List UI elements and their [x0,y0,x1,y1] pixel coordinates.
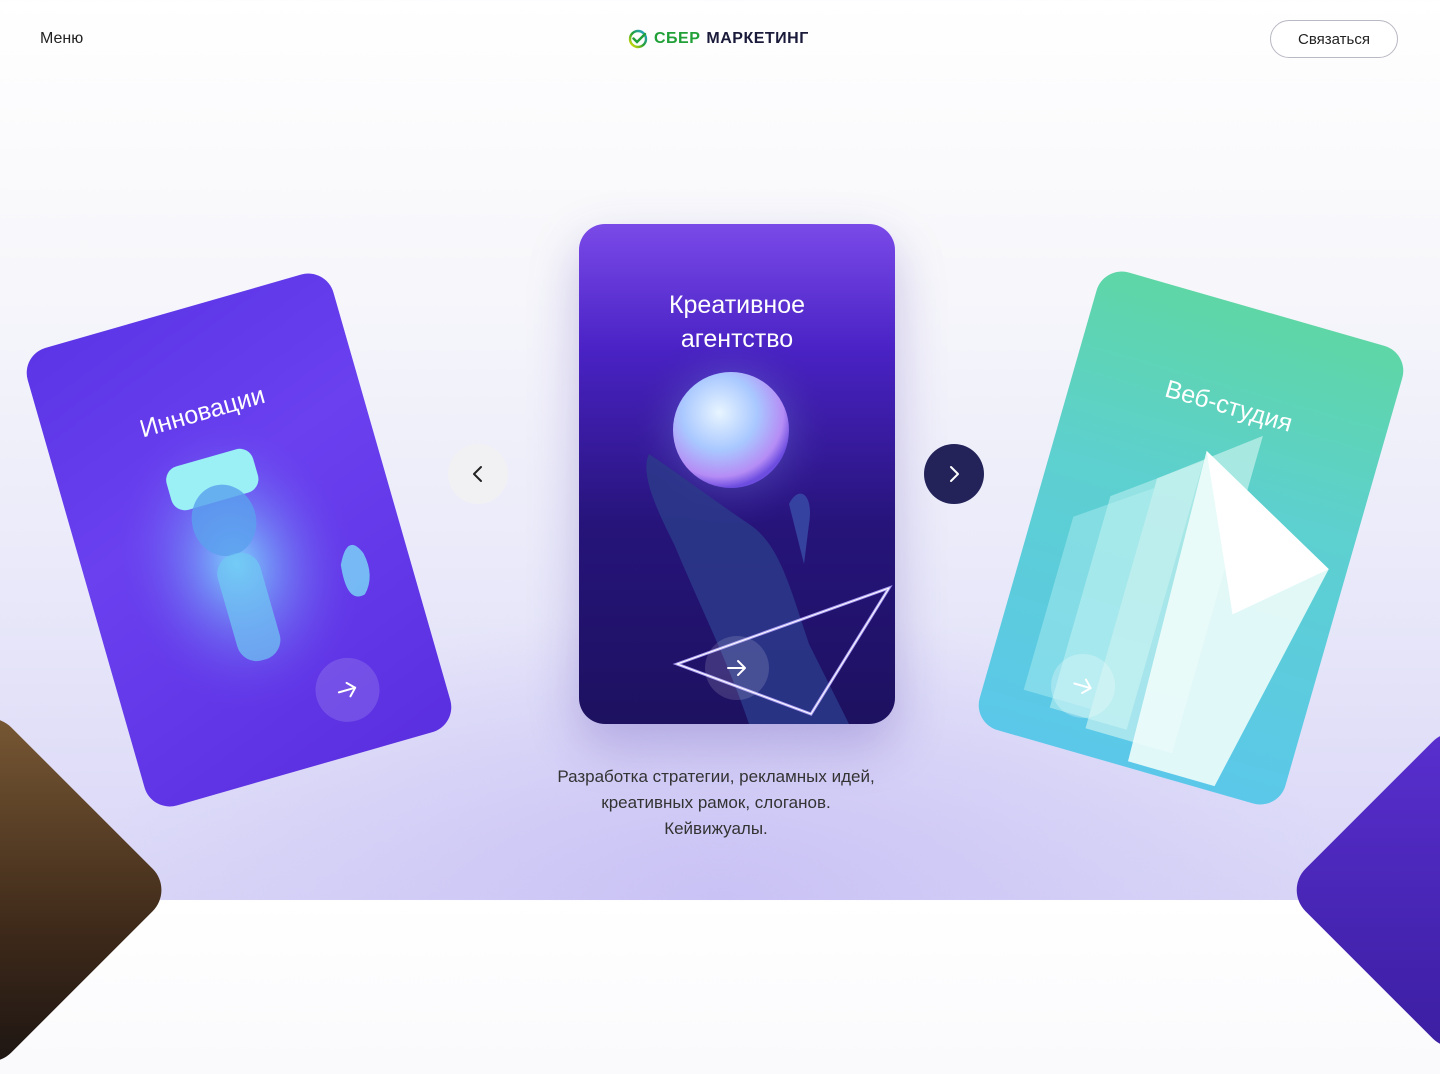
card-arrow-button[interactable] [705,636,769,700]
sber-logo-icon [628,29,648,49]
service-card-web-studio[interactable]: Веб-студия [972,265,1410,811]
service-card-creative-agency[interactable]: Креативное агентство [579,224,895,724]
contact-button[interactable]: Связаться [1270,20,1398,58]
description-line-1: Разработка стратегии, рекламных идей, [557,767,875,786]
carousel-next-button[interactable] [924,444,984,504]
carousel-prev-button[interactable] [448,444,508,504]
service-card-innovations[interactable]: Инновации [20,267,458,813]
arrow-right-icon [727,660,746,676]
partial-card-right-edge[interactable] [1284,720,1440,1060]
arrow-right-icon [1073,678,1092,694]
card-title-line-2: агентство [680,325,794,353]
chevron-left-icon [473,466,482,482]
site-header: Меню СБЕР МАРКЕТИНГ Связаться [0,0,1440,80]
layered-shapes-illustration [1023,435,1329,787]
description-line-2: креативных рамок, слоганов. [601,793,831,812]
logo-text-sber: СБЕР [654,30,701,47]
description-line-3: Кейвижуалы. [664,819,768,838]
menu-link[interactable]: Меню [40,30,83,48]
logo-text-marketing: МАРКЕТИНГ [706,30,809,47]
chevron-right-icon [950,466,959,482]
vr-figure-illustration [113,415,370,712]
arrow-right-icon [337,681,357,698]
site-logo[interactable]: СБЕР МАРКЕТИНГ [628,29,809,49]
card-description: Разработка стратегии, рекламных идей, кр… [520,764,912,842]
card-title-creative-agency: Креативное агентство [579,288,895,356]
card-title-line-1: Креативное [668,291,806,319]
